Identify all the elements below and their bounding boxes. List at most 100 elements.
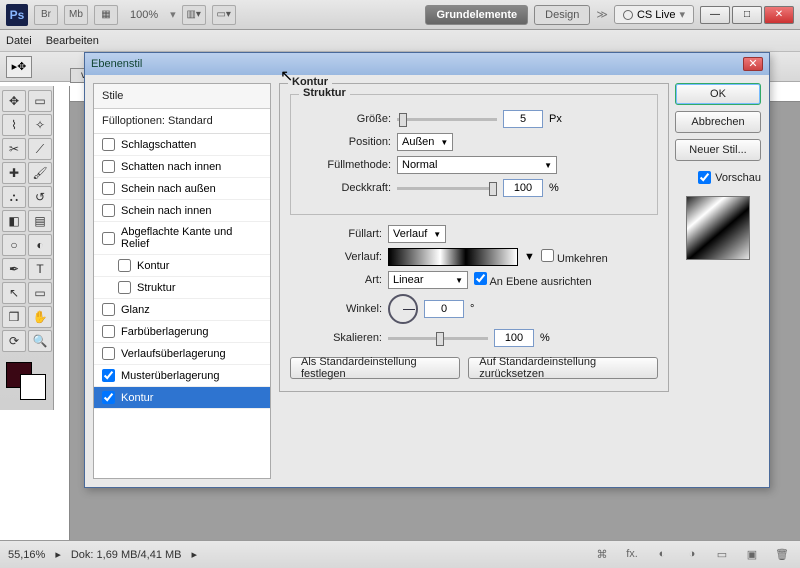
cslive-button[interactable]: CS Live▾	[614, 5, 694, 24]
rotate-tool[interactable]: ⟳	[2, 330, 26, 352]
style-checkbox[interactable]	[102, 325, 115, 338]
window-maximize[interactable]: □	[732, 6, 762, 24]
gradient-picker-icon[interactable]: ▼	[524, 251, 535, 263]
window-close[interactable]: ✕	[764, 6, 794, 24]
eraser-tool[interactable]: ◧	[2, 210, 26, 232]
style-checkbox[interactable]	[102, 138, 115, 151]
workspace-essentials[interactable]: Grundelemente	[425, 5, 528, 25]
chevron-down-icon[interactable]: ▾	[170, 8, 176, 21]
style-item[interactable]: Schein nach außen	[94, 178, 270, 200]
panel-fx-icon[interactable]: fx.	[622, 548, 642, 561]
reverse-checkbox[interactable]	[541, 249, 554, 262]
marquee-tool[interactable]: ▭	[28, 90, 52, 112]
stamp-tool[interactable]: ⛬	[2, 186, 26, 208]
color-swatches[interactable]	[2, 360, 52, 400]
style-checkbox[interactable]	[118, 259, 131, 272]
style-checkbox[interactable]	[102, 182, 115, 195]
opacity-slider[interactable]	[397, 187, 497, 190]
arrange-icon[interactable]: ▥▾	[182, 5, 206, 25]
gradient-preview[interactable]	[388, 248, 518, 266]
panel-mask-icon[interactable]: ◐	[652, 548, 672, 561]
dialog-titlebar[interactable]: Ebenenstil ✕	[85, 53, 769, 75]
make-default-button[interactable]: Als Standardeinstellung festlegen	[290, 357, 460, 379]
styles-header[interactable]: Stile	[94, 84, 270, 109]
3d-tool[interactable]: ❒	[2, 306, 26, 328]
bridge-icon[interactable]: Br	[34, 5, 58, 25]
style-checkbox[interactable]	[102, 204, 115, 217]
lasso-tool[interactable]: ⌇	[2, 114, 26, 136]
style-checkbox[interactable]	[102, 303, 115, 316]
position-combo[interactable]: Außen▼	[397, 133, 453, 151]
history-brush-tool[interactable]: ↺	[28, 186, 52, 208]
align-checkbox[interactable]	[474, 272, 487, 285]
ok-button[interactable]: OK	[675, 83, 761, 105]
style-checkbox[interactable]	[102, 391, 115, 404]
minibridge-icon[interactable]: Mb	[64, 5, 88, 25]
filltype-combo[interactable]: Verlauf▼	[388, 225, 446, 243]
workspace-more-icon[interactable]: ≫	[596, 8, 608, 21]
shape-tool[interactable]: ▭	[28, 282, 52, 304]
blur-tool[interactable]: ○	[2, 234, 26, 256]
style-checkbox[interactable]	[118, 281, 131, 294]
panel-folder-icon[interactable]: ▭	[712, 548, 732, 561]
status-zoom[interactable]: 55,16%	[8, 549, 45, 561]
style-item[interactable]: Verlaufsüberlagerung	[94, 343, 270, 365]
status-doc[interactable]: Dok: 1,69 MB/4,41 MB	[71, 549, 182, 561]
hand-tool[interactable]: ✋	[28, 306, 52, 328]
panel-new-icon[interactable]: ▣	[742, 548, 762, 561]
style-checkbox[interactable]	[102, 369, 115, 382]
size-slider[interactable]	[397, 118, 497, 121]
reset-default-button[interactable]: Auf Standardeinstellung zurücksetzen	[468, 357, 658, 379]
screenmode-icon[interactable]: ▭▾	[212, 5, 236, 25]
cancel-button[interactable]: Abbrechen	[675, 111, 761, 133]
preview-checkbox[interactable]	[698, 171, 711, 184]
menu-edit[interactable]: Bearbeiten	[46, 35, 99, 47]
size-input[interactable]	[503, 110, 543, 128]
window-minimize[interactable]: —	[700, 6, 730, 24]
move-tool[interactable]: ✥	[2, 90, 26, 112]
menu-file[interactable]: Datei	[6, 35, 32, 47]
scale-input[interactable]	[494, 329, 534, 347]
style-item[interactable]: Glanz	[94, 299, 270, 321]
style-item[interactable]: Abgeflachte Kante und Relief	[94, 222, 270, 255]
gradstyle-combo[interactable]: Linear▼	[388, 271, 468, 289]
wand-tool[interactable]: ✧	[28, 114, 52, 136]
heal-tool[interactable]: ✚	[2, 162, 26, 184]
crop-tool[interactable]: ✂	[2, 138, 26, 160]
workspace-design[interactable]: Design	[534, 5, 590, 25]
opacity-input[interactable]	[503, 179, 543, 197]
style-item[interactable]: Kontur	[94, 387, 270, 409]
brush-tool[interactable]: 🖌	[28, 162, 52, 184]
style-item[interactable]: Struktur	[94, 277, 270, 299]
style-checkbox[interactable]	[102, 160, 115, 173]
style-item[interactable]: Kontur	[94, 255, 270, 277]
viewextras-icon[interactable]: ▦	[94, 5, 118, 25]
style-checkbox[interactable]	[102, 347, 115, 360]
angle-dial[interactable]	[388, 294, 418, 324]
zoom-tool[interactable]: 🔍	[28, 330, 52, 352]
background-swatch[interactable]	[20, 374, 46, 400]
panel-trash-icon[interactable]: 🗑	[772, 548, 792, 561]
style-item[interactable]: Musterüberlagerung	[94, 365, 270, 387]
fill-options-row[interactable]: Fülloptionen: Standard	[94, 109, 270, 134]
type-tool[interactable]: T	[28, 258, 52, 280]
pen-tool[interactable]: ✒	[2, 258, 26, 280]
blend-combo[interactable]: Normal▼	[397, 156, 557, 174]
path-tool[interactable]: ↖	[2, 282, 26, 304]
move-tool-preview[interactable]: ▸✥	[6, 56, 32, 78]
dodge-tool[interactable]: ◐	[28, 234, 52, 256]
angle-input[interactable]	[424, 300, 464, 318]
style-item[interactable]: Schlagschatten	[94, 134, 270, 156]
dialog-close-icon[interactable]: ✕	[743, 57, 763, 71]
eyedropper-tool[interactable]: ⟋	[28, 138, 52, 160]
panel-link-icon[interactable]: ⌘	[592, 548, 612, 561]
gradient-tool[interactable]: ▤	[28, 210, 52, 232]
panel-adjust-icon[interactable]: ◑	[682, 548, 702, 561]
scale-slider[interactable]	[388, 337, 488, 340]
style-item[interactable]: Schein nach innen	[94, 200, 270, 222]
style-item[interactable]: Farbüberlagerung	[94, 321, 270, 343]
new-style-button[interactable]: Neuer Stil...	[675, 139, 761, 161]
zoom-level[interactable]: 100%	[130, 9, 158, 21]
style-checkbox[interactable]	[102, 232, 115, 245]
style-item[interactable]: Schatten nach innen	[94, 156, 270, 178]
